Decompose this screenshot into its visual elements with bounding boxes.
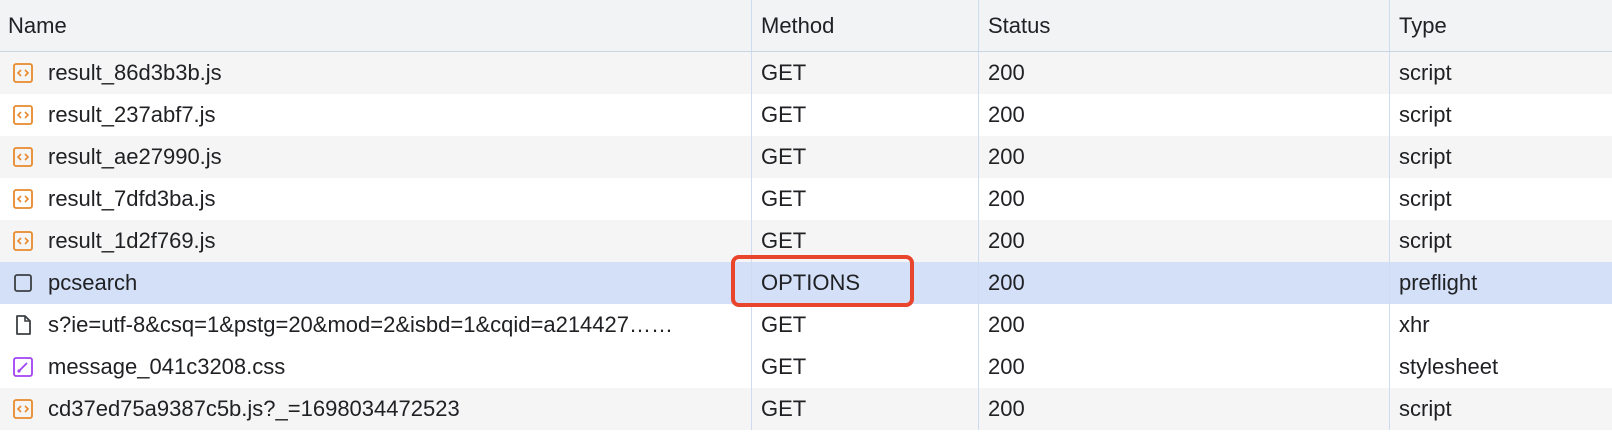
status-cell: 200 [979,388,1390,430]
network-requests-table: Name Method Status Type result_86d3b3b.j… [0,0,1612,440]
type-cell: preflight [1399,270,1478,295]
type-cell: script [1399,228,1452,253]
request-name: s?ie=utf-8&csq=1&pstg=20&mod=2&isbd=1&cq… [48,312,673,337]
method-cell: GET [752,178,979,220]
column-header-type[interactable]: Type [1390,0,1612,51]
name-cell: result_1d2f769.js [0,220,752,262]
request-name: result_1d2f769.js [48,228,216,253]
script-file-icon [12,230,34,252]
script-file-icon [12,146,34,168]
method-cell: GET [752,304,979,346]
script-file-icon [12,104,34,126]
name-cell: pcsearch [0,262,752,304]
type-cell: script [1399,144,1452,169]
request-name: message_041c3208.css [48,354,286,379]
table-row[interactable]: result_7dfd3ba.js GET 200 script [0,178,1612,220]
method-cell: GET [752,94,979,136]
table-row-selected[interactable]: pcsearch OPTIONS 200 preflight [0,262,1612,304]
table-row[interactable]: result_237abf7.js GET 200 script [0,94,1612,136]
method-cell: GET [752,220,979,262]
method-cell: GET [752,136,979,178]
method-cell: OPTIONS [752,262,979,304]
name-cell: result_86d3b3b.js [0,52,752,94]
method-cell: GET [752,346,979,388]
name-cell: s?ie=utf-8&csq=1&pstg=20&mod=2&isbd=1&cq… [0,304,752,346]
name-cell: message_041c3208.css [0,346,752,388]
request-name: result_237abf7.js [48,102,216,127]
status-cell: 200 [979,52,1390,94]
script-file-icon [12,62,34,84]
stylesheet-file-icon [12,356,34,378]
type-cell: xhr [1399,312,1430,337]
table-row[interactable]: message_041c3208.css GET 200 stylesheet [0,346,1612,388]
type-cell: script [1399,186,1452,211]
request-name: result_7dfd3ba.js [48,186,216,211]
table-row[interactable]: result_86d3b3b.js GET 200 script [0,52,1612,94]
request-name: result_86d3b3b.js [48,60,222,85]
status-cell: 200 [979,262,1390,304]
status-cell: 200 [979,136,1390,178]
table-row[interactable]: cd37ed75a9387c5b.js?_=1698034472523 GET … [0,388,1612,430]
type-cell: stylesheet [1399,354,1499,379]
name-cell: result_ae27990.js [0,136,752,178]
preflight-checkbox-icon [12,272,34,294]
status-cell: 200 [979,178,1390,220]
column-header-status[interactable]: Status [979,0,1390,51]
name-cell: cd37ed75a9387c5b.js?_=1698034472523 [0,388,752,430]
type-cell: script [1399,102,1452,127]
status-cell: 200 [979,94,1390,136]
type-cell: script [1399,396,1452,421]
document-icon [12,314,34,336]
table-row[interactable]: result_ae27990.js GET 200 script [0,136,1612,178]
column-header-method[interactable]: Method [752,0,979,51]
request-name: result_ae27990.js [48,144,222,169]
status-cell: 200 [979,220,1390,262]
script-file-icon [12,398,34,420]
status-cell: 200 [979,346,1390,388]
script-file-icon [12,188,34,210]
status-cell: 200 [979,304,1390,346]
table-header: Name Method Status Type [0,0,1612,52]
method-cell: GET [752,388,979,430]
request-name: cd37ed75a9387c5b.js?_=1698034472523 [48,396,460,421]
type-cell: script [1399,60,1452,85]
table-row[interactable]: result_1d2f769.js GET 200 script [0,220,1612,262]
column-header-name[interactable]: Name [0,0,752,51]
table-row[interactable]: s?ie=utf-8&csq=1&pstg=20&mod=2&isbd=1&cq… [0,304,1612,346]
method-cell: GET [752,52,979,94]
name-cell: result_7dfd3ba.js [0,178,752,220]
name-cell: result_237abf7.js [0,94,752,136]
request-name: pcsearch [48,270,138,295]
